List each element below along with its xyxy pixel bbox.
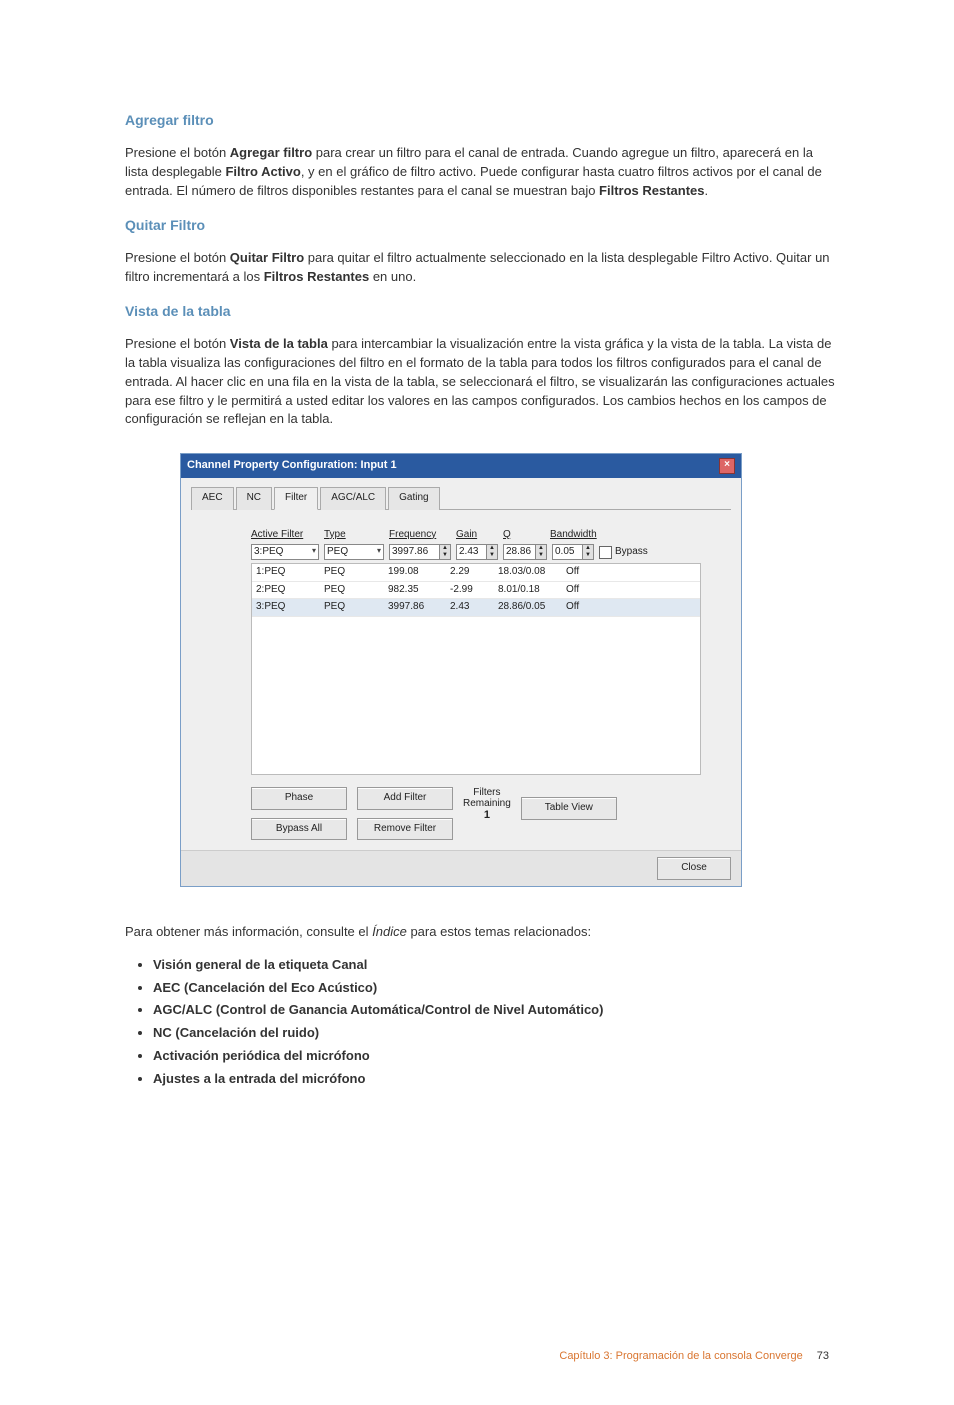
bold-table-view: Vista de la tabla [230, 336, 328, 351]
tab-filter[interactable]: Filter [274, 487, 318, 510]
para-add-filter: Presione el botón Agregar filtro para cr… [125, 144, 839, 201]
label-bypass: Bypass [615, 545, 648, 560]
table-row[interactable]: 3:PEQ PEQ 3997.86 2.43 28.86/0.05 Off [252, 599, 700, 617]
bypass-checkbox[interactable] [599, 546, 612, 559]
bold-filters-remaining: Filtros Restantes [264, 269, 369, 284]
bypass-checkbox-wrap[interactable]: Bypass [599, 545, 648, 560]
cell-freq: 199.08 [388, 565, 450, 580]
cell-type: PEQ [324, 600, 388, 615]
table-row[interactable]: 1:PEQ PEQ 199.08 2.29 18.03/0.08 Off [252, 564, 700, 582]
spin-icon[interactable]: ▲▼ [582, 544, 594, 560]
label-q: Q [503, 529, 511, 540]
gain-stepper[interactable]: 2.43 ▲▼ [456, 544, 498, 560]
footer-page-number: 73 [817, 1349, 829, 1365]
tab-aec[interactable]: AEC [191, 487, 234, 510]
cell-freq: 982.35 [388, 583, 450, 598]
list-item: AEC (Cancelación del Eco Acústico) [153, 979, 839, 998]
cell-qbw: 18.03/0.08 [498, 565, 566, 580]
para-table-view: Presione el botón Vista de la tabla para… [125, 335, 839, 429]
bold-filters-remaining: Filtros Restantes [599, 183, 704, 198]
text: en uno. [369, 269, 416, 284]
bandwidth-stepper[interactable]: 0.05 ▲▼ [552, 544, 594, 560]
text: para estos temas relacionados: [407, 924, 591, 939]
spin-icon[interactable]: ▲▼ [439, 544, 451, 560]
type-dropdown[interactable]: PEQ [324, 544, 384, 560]
heading-table-view: Vista de la tabla [125, 301, 839, 321]
q-input[interactable]: 28.86 [503, 544, 535, 560]
cell-freq: 3997.86 [388, 600, 450, 615]
para-more-info: Para obtener más información, consulte e… [125, 923, 839, 942]
text: Presione el botón [125, 336, 230, 351]
add-filter-button[interactable]: Add Filter [357, 787, 453, 810]
tab-gating[interactable]: Gating [388, 487, 439, 510]
heading-remove-filter: Quitar Filtro [125, 215, 839, 235]
filters-remaining-value: 1 [463, 809, 511, 821]
gain-input[interactable]: 2.43 [456, 544, 486, 560]
table-view-button[interactable]: Table View [521, 797, 617, 820]
dialog-title: Channel Property Configuration: Input 1 [187, 458, 397, 474]
list-item: Activación periódica del micrófono [153, 1047, 839, 1066]
spin-icon[interactable]: ▲▼ [535, 544, 547, 560]
cell-gain: 2.29 [450, 565, 498, 580]
tabstrip: AEC NC Filter AGC/ALC Gating [191, 486, 731, 510]
cell-bypass: Off [566, 600, 606, 615]
bold-add-filter: Agregar filtro [230, 145, 312, 160]
remove-filter-button[interactable]: Remove Filter [357, 818, 453, 841]
label-bandwidth: Bandwidth [550, 529, 597, 540]
list-item: Ajustes a la entrada del micrófono [153, 1070, 839, 1089]
cell-gain: 2.43 [450, 600, 498, 615]
active-filter-dropdown[interactable]: 3:PEQ [251, 544, 319, 560]
cell-qbw: 28.86/0.05 [498, 600, 566, 615]
channel-property-dialog: Channel Property Configuration: Input 1 … [180, 453, 742, 887]
cell-name: 3:PEQ [256, 600, 324, 615]
related-topics-list: Visión general de la etiqueta Canal AEC … [153, 956, 839, 1089]
text: Presione el botón [125, 145, 230, 160]
cell-qbw: 8.01/0.18 [498, 583, 566, 598]
frequency-input[interactable]: 3997.86 [389, 544, 439, 560]
list-item: NC (Cancelación del ruido) [153, 1024, 839, 1043]
label-active-filter: Active Filter [251, 529, 303, 540]
heading-add-filter: Agregar filtro [125, 110, 839, 130]
list-item: AGC/ALC (Control de Ganancia Automática/… [153, 1001, 839, 1020]
bold-active-filter: Filtro Activo [225, 164, 300, 179]
text: Para obtener más información, consulte e… [125, 924, 372, 939]
cell-type: PEQ [324, 565, 388, 580]
para-remove-filter: Presione el botón Quitar Filtro para qui… [125, 249, 839, 287]
footer-chapter: Capítulo 3: Programación de la consola C… [559, 1349, 802, 1365]
cell-type: PEQ [324, 583, 388, 598]
dialog-titlebar: Channel Property Configuration: Input 1 … [181, 454, 741, 478]
label-gain: Gain [456, 529, 477, 540]
cell-bypass: Off [566, 583, 606, 598]
bypass-all-button[interactable]: Bypass All [251, 818, 347, 841]
italic-index: Índice [372, 924, 407, 939]
tab-nc[interactable]: NC [236, 487, 272, 510]
filters-remaining: Filters Remaining 1 [463, 787, 511, 821]
filters-remaining-label: Filters Remaining [463, 787, 511, 809]
bandwidth-input[interactable]: 0.05 [552, 544, 582, 560]
label-frequency: Frequency [389, 529, 436, 540]
cell-bypass: Off [566, 565, 606, 580]
cell-gain: -2.99 [450, 583, 498, 598]
table-row[interactable]: 2:PEQ PEQ 982.35 -2.99 8.01/0.18 Off [252, 582, 700, 600]
text: Presione el botón [125, 250, 230, 265]
list-item: Visión general de la etiqueta Canal [153, 956, 839, 975]
frequency-stepper[interactable]: 3997.86 ▲▼ [389, 544, 451, 560]
bold-remove-filter: Quitar Filtro [230, 250, 304, 265]
cell-name: 1:PEQ [256, 565, 324, 580]
close-icon[interactable]: × [719, 458, 735, 474]
phase-button[interactable]: Phase [251, 787, 347, 810]
page-footer: Capítulo 3: Programación de la consola C… [125, 1349, 839, 1365]
q-stepper[interactable]: 28.86 ▲▼ [503, 544, 547, 560]
filter-table[interactable]: 1:PEQ PEQ 199.08 2.29 18.03/0.08 Off 2:P… [251, 563, 701, 775]
spin-icon[interactable]: ▲▼ [486, 544, 498, 560]
label-type: Type [324, 529, 346, 540]
cell-name: 2:PEQ [256, 583, 324, 598]
tab-agc-alc[interactable]: AGC/ALC [320, 487, 386, 510]
text: . [705, 183, 709, 198]
close-button[interactable]: Close [657, 857, 731, 880]
